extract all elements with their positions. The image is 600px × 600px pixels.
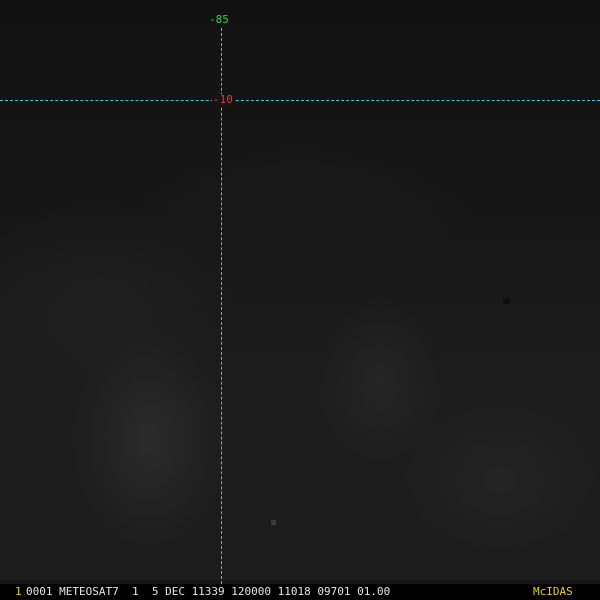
satellite-imagery — [0, 0, 600, 580]
status-bar: 1 0001 METEOSAT7 1 5 DEC 11339 120000 11… — [0, 584, 600, 600]
mcidas-logo: McIDAS — [533, 585, 573, 598]
longitude-label: -85 — [209, 13, 229, 26]
latitude-label: -10 — [212, 93, 234, 106]
satellite-image-viewer[interactable]: -85 -10 1 0001 METEOSAT7 1 5 DEC 11339 1… — [0, 0, 600, 600]
image-info: 0001 METEOSAT7 1 5 DEC 11339 120000 1101… — [26, 585, 391, 598]
longitude-line — [221, 28, 222, 584]
cloud-feature — [271, 520, 276, 525]
latitude-line — [0, 100, 600, 101]
cloud-feature — [503, 298, 510, 304]
frame-number: 1 — [15, 585, 22, 598]
